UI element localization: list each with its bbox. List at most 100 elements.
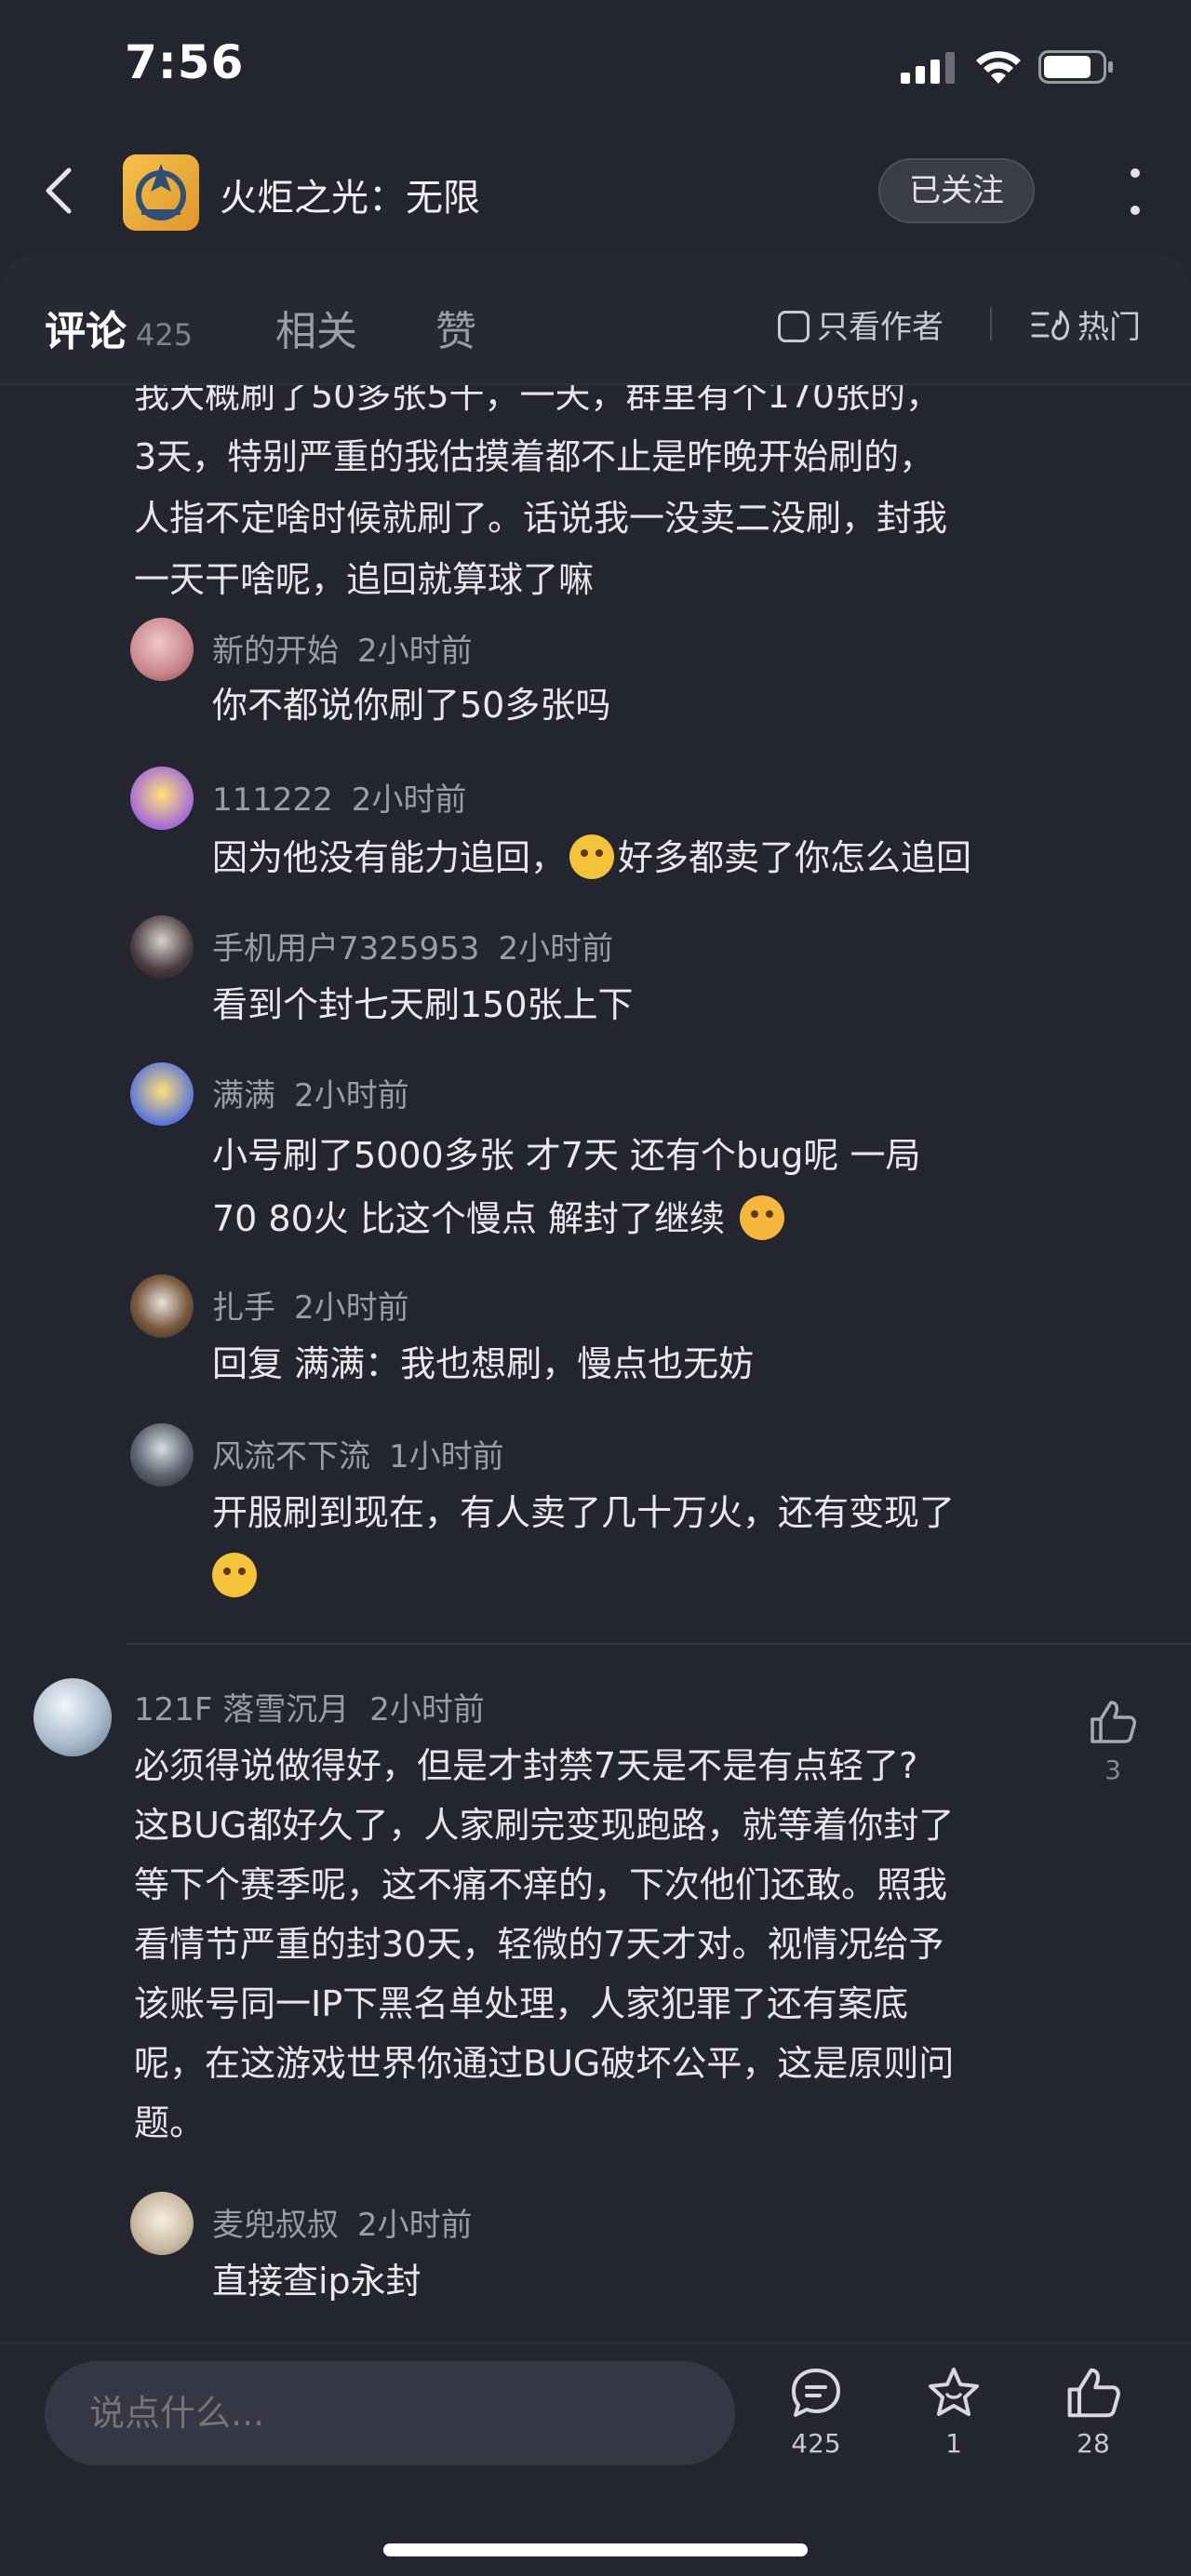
comment-text-line: 看情节严重的封30天，轻微的7天才对。视情况给予 — [134, 1924, 944, 1965]
reply-item[interactable]: 111222 2小时前 因为他没有能力追回， 好多都卖了你怎么追回 — [130, 767, 1172, 897]
timestamp: 2小时前 — [351, 781, 467, 819]
comment-item[interactable]: 121F 落雪沉月 2小时前 3 必须得说做得好，但是才封禁7天是不是有点轻了? … — [0, 1678, 1191, 2209]
reply-item[interactable]: 风流不下流 1小时前 开服刷到现在，有人卖了几十万火，还有变现了 — [130, 1423, 1172, 1609]
timestamp: 1小时前 — [389, 1438, 504, 1475]
tab-comments[interactable]: 评论 425 — [45, 298, 193, 357]
more-options-icon[interactable] — [1117, 162, 1154, 221]
username[interactable]: 手机用户7325953 — [212, 930, 479, 968]
comment-text-line: 该账号同一IP下黑名单处理，人家犯罪了还有案底 — [134, 1983, 909, 2024]
reply-text: 看到个封七天刷150张上下 — [212, 984, 634, 1025]
timestamp: 2小时前 — [357, 2207, 473, 2244]
reply-text: 回复 满满：我也想刷，慢点也无妨 — [212, 1343, 755, 1384]
reply-text-part: 因为他没有能力追回， — [212, 837, 567, 878]
comment-count: 425 — [791, 2428, 841, 2459]
comment-text-line: 这BUG都好久了，人家刷完变现跑路，就等着你封了 — [134, 1805, 955, 1846]
avatar[interactable] — [130, 2192, 194, 2255]
tab-comments-label: 评论 — [45, 308, 127, 355]
back-arrow-icon[interactable] — [35, 163, 87, 219]
avatar[interactable] — [33, 1678, 112, 1756]
page-title: 火炬之光：无限 — [220, 177, 480, 220]
favorite-button[interactable]: 1 — [912, 2365, 996, 2459]
author-only-filter[interactable]: 只看作者 — [778, 301, 943, 347]
bottom-action-bar: 425 1 28 — [0, 2342, 1191, 2576]
reply-text: 你不都说你刷了50多张吗 — [212, 685, 611, 726]
reply-item[interactable]: 手机用户7325953 2小时前 看到个封七天刷150张上下 — [130, 915, 1172, 1046]
reply-text: 小号刷了5000多张 才7天 还有个bug呢 一局 70 80火 比这个慢点 解… — [212, 1124, 1143, 1250]
reply-text-line: 70 80火 比这个慢点 解封了继续 — [212, 1198, 725, 1239]
cellular-signal-icon — [901, 52, 955, 84]
avatar[interactable] — [130, 618, 194, 681]
status-time: 7:56 — [125, 35, 245, 89]
avatar[interactable] — [130, 1275, 194, 1338]
reply-item[interactable]: 新的开始 2小时前 你不都说你刷了50多张吗 — [130, 618, 1172, 748]
tab-related[interactable]: 相关 — [275, 298, 357, 357]
comments-button[interactable]: 425 — [774, 2365, 858, 2459]
emoji-icon — [740, 1195, 785, 1240]
comment-text-line: 等下个赛季呢，这不痛不痒的，下次他们还敢。照我 — [134, 1864, 948, 1905]
reply-item[interactable]: 麦兜叔叔 2小时前 直接查ip永封 — [130, 2192, 1172, 2322]
reply-meta: 麦兜叔叔 2小时前 — [212, 2199, 473, 2245]
comment-text: 我大概刷了50多张5千，一天，群里有个170张的， 3天，特别严重的我估摸着都不… — [134, 385, 947, 610]
like-button[interactable]: 3 — [1083, 1699, 1143, 1785]
like-count: 3 — [1104, 1755, 1121, 1785]
thumbs-up-icon — [1067, 2368, 1120, 2418]
username[interactable]: 121F 落雪沉月 — [134, 1691, 349, 1728]
follow-button[interactable]: 已关注 — [878, 158, 1035, 223]
username[interactable]: 满满 — [212, 1077, 275, 1114]
star-icon — [929, 2368, 979, 2416]
comment-input[interactable] — [45, 2361, 735, 2465]
sort-selector[interactable]: 热门 — [1031, 301, 1141, 347]
avatar[interactable] — [130, 767, 194, 830]
timestamp: 2小时前 — [294, 1077, 409, 1114]
divider — [990, 307, 992, 340]
username[interactable]: 扎手 — [212, 1289, 275, 1327]
thumbs-up-icon — [1091, 1701, 1136, 1743]
avatar[interactable] — [130, 1062, 194, 1126]
comments-count: 425 — [136, 317, 194, 353]
favorite-count: 1 — [945, 2428, 962, 2459]
reply-meta: 扎手 2小时前 — [212, 1282, 409, 1328]
reply-item[interactable]: 满满 2小时前 小号刷了5000多张 才7天 还有个bug呢 一局 70 80火 … — [130, 1062, 1172, 1258]
comment-bubble-icon — [792, 2369, 840, 2417]
status-bar: 7:56 — [0, 0, 1191, 130]
reply-meta: 新的开始 2小时前 — [212, 625, 473, 671]
reply-meta: 满满 2小时前 — [212, 1070, 409, 1115]
username[interactable]: 风流不下流 — [212, 1438, 370, 1475]
battery-icon — [1038, 50, 1113, 84]
comment-text-line: 必须得说做得好，但是才封禁7天是不是有点轻了? — [134, 1745, 918, 1786]
reply-meta: 111222 2小时前 — [212, 774, 466, 820]
username[interactable]: 111222 — [212, 781, 333, 819]
hot-sort-icon — [1031, 310, 1070, 340]
reply-text-line: 小号刷了5000多张 才7天 还有个bug呢 一局 — [212, 1135, 921, 1176]
tab-bar: 评论 425 相关 赞 只看作者 热门 — [0, 253, 1191, 385]
comment-text-line: 人指不定啥时候就刷了。话说我一没卖二没刷，封我 — [134, 498, 948, 539]
avatar[interactable] — [130, 1423, 194, 1487]
timestamp: 2小时前 — [357, 633, 473, 670]
timestamp: 2小时前 — [369, 1691, 485, 1728]
top-navigation-bar: 火炬之光：无限 已关注 — [0, 130, 1191, 251]
tab-likes[interactable]: 赞 — [435, 298, 476, 357]
app-logo[interactable] — [123, 154, 199, 231]
like-post-button[interactable]: 28 — [1051, 2365, 1135, 2459]
timestamp: 2小时前 — [498, 930, 614, 968]
comment-text-line: 一天干啥呢，追回就算球了嘛 — [134, 559, 595, 600]
reply-text: 开服刷到现在，有人卖了几十万火，还有变现了 — [212, 1481, 1143, 1608]
sort-label: 热门 — [1077, 309, 1141, 346]
checkbox-icon[interactable] — [778, 311, 810, 342]
comment-text-line: 题。 — [134, 2102, 206, 2143]
home-indicator[interactable] — [383, 2543, 808, 2556]
emoji-icon — [212, 1553, 257, 1597]
reply-text: 因为他没有能力追回， 好多都卖了你怎么追回 — [212, 826, 1152, 889]
author-only-label: 只看作者 — [817, 309, 943, 346]
reply-item[interactable]: 扎手 2小时前 回复 满满：我也想刷，慢点也无妨 — [130, 1275, 1172, 1405]
reply-text-part: 好多都卖了你怎么追回 — [618, 837, 972, 878]
reply-text-line: 开服刷到现在，有人卖了几十万火，还有变现了 — [212, 1492, 956, 1533]
username[interactable]: 麦兜叔叔 — [212, 2207, 339, 2244]
wifi-icon — [976, 51, 1021, 84]
emoji-icon — [569, 834, 615, 879]
reply-text: 直接查ip永封 — [212, 2261, 422, 2302]
username[interactable]: 新的开始 — [212, 633, 339, 670]
comment-meta: 121F 落雪沉月 2小时前 — [134, 1684, 485, 1729]
avatar[interactable] — [130, 915, 194, 979]
reply-meta: 风流不下流 1小时前 — [212, 1431, 504, 1476]
